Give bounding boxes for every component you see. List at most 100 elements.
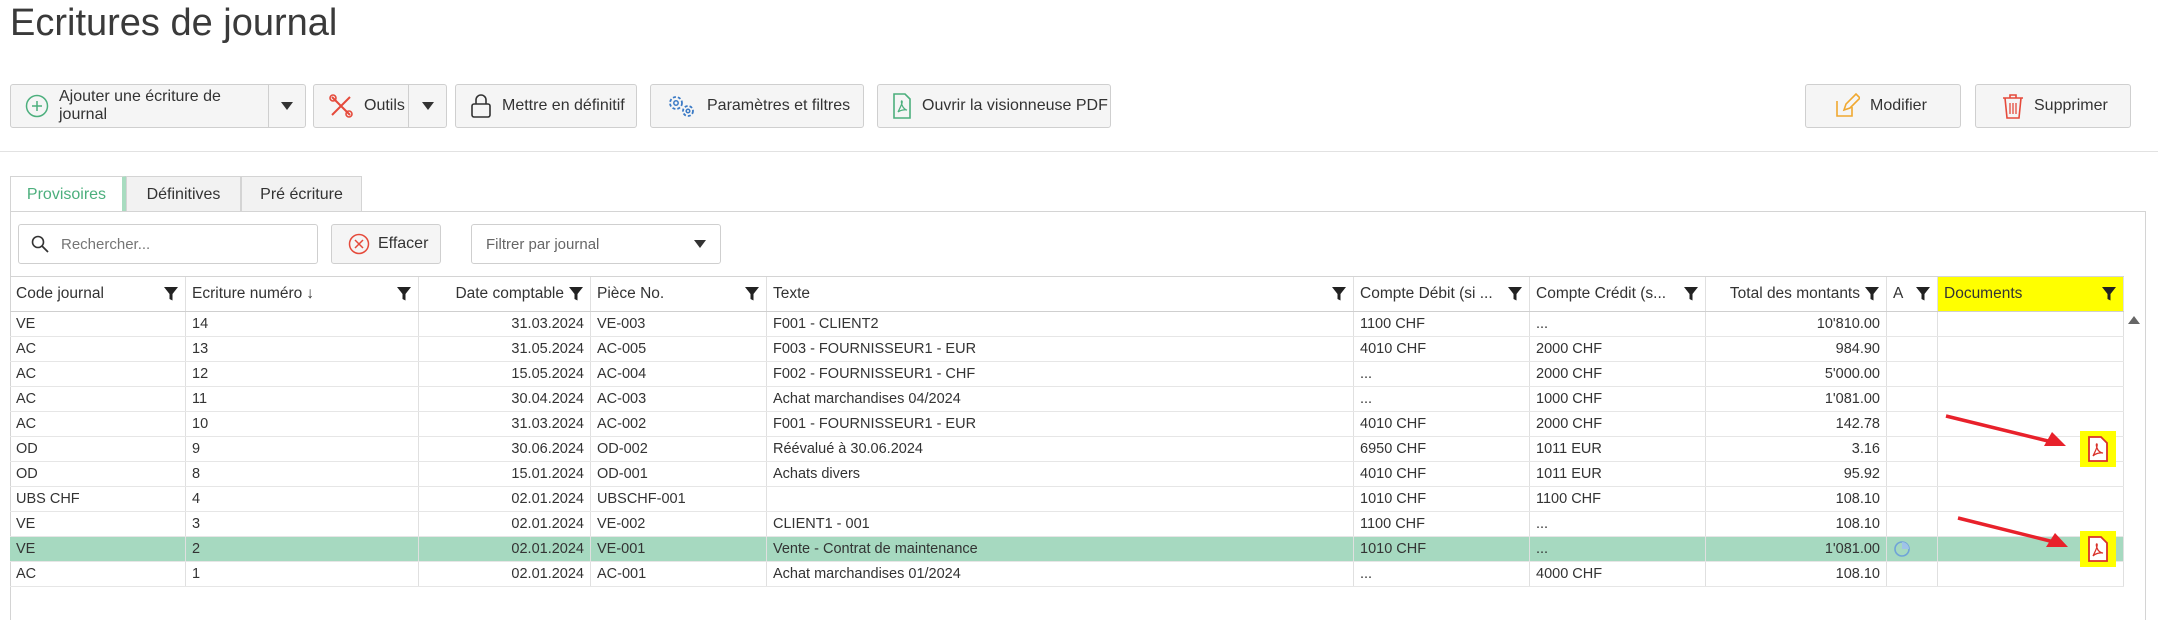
cell-piece: AC-001 [591,562,767,586]
cell-piece: VE-001 [591,537,767,561]
column-header[interactable]: Texte [767,277,1354,311]
cell-piece: AC-003 [591,387,767,411]
clear-x-icon [348,233,370,255]
cell-date: 30.04.2024 [419,387,591,411]
tab-pre-ecriture[interactable]: Pré écriture [241,176,362,212]
cell-piece: OD-002 [591,437,767,461]
tab-definitives[interactable]: Définitives [126,176,241,212]
cell-credit: 2000 CHF [1530,362,1706,386]
table-row[interactable]: OD 8 15.01.2024 OD-001 Achats divers 4010 CHF… [10,462,2124,487]
table-row[interactable]: VE 14 31.03.2024 VE-003 F001 - CLIENT2 1100 C… [10,312,2124,337]
cell-num: 4 [186,487,419,511]
tools-button[interactable]: Outils [313,84,447,128]
cell-piece: VE-003 [591,312,767,336]
column-header[interactable]: Ecriture numéro ↓ [186,277,419,311]
filter-funnel-icon[interactable] [396,286,412,302]
cell-journal: VE [10,312,186,336]
table-row[interactable]: AC 1 02.01.2024 AC-001 Achat marchandises 01… [10,562,2124,587]
cell-journal: VE [10,537,186,561]
clear-button[interactable]: Effacer [331,224,441,264]
open-pdf-viewer-label: Ouvrir la visionneuse PDF [922,97,1108,114]
delete-label: Supprimer [2034,97,2108,114]
annotation-arrow [1957,516,2068,547]
cell-debit: 1010 CHF [1354,537,1530,561]
filter-funnel-icon[interactable] [163,286,179,302]
tools-dropdown-toggle[interactable] [408,85,446,127]
column-header[interactable]: A [1887,277,1938,311]
column-header[interactable]: Documents [1938,277,2124,311]
table-row[interactable]: AC 13 31.05.2024 AC-005 F003 - FOURNISSEUR1 … [10,337,2124,362]
cell-journal: AC [10,562,186,586]
cell-credit: ... [1530,512,1706,536]
table-header: Code journal Ecriture numéro ↓ Date comptab… [10,276,2124,312]
clear-label: Effacer [378,235,429,252]
filter-funnel-icon[interactable] [1507,286,1523,302]
cell-text: Réévalué à 30.06.2024 [767,437,1354,461]
edit-label: Modifier [1870,97,1927,114]
cell-total: 3.16 [1706,437,1887,461]
cell-debit: ... [1354,562,1530,586]
filter-funnel-icon[interactable] [1683,286,1699,302]
table-row[interactable]: AC 10 31.03.2024 AC-002 F001 - FOURNISSEUR1 … [10,412,2124,437]
cell-pdf [1938,362,2124,386]
edit-button[interactable]: Modifier [1805,84,1961,128]
filter-funnel-icon[interactable] [2101,286,2117,302]
cell-debit: 4010 CHF [1354,412,1530,436]
filter-funnel-icon[interactable] [744,286,760,302]
table-row[interactable]: VE 2 02.01.2024 VE-001 Vente - Contrat de ma… [10,537,2124,562]
table-row[interactable]: AC 12 15.05.2024 AC-004 F002 - FOURNISSEUR1 … [10,362,2124,387]
parameters-filters-button[interactable]: Paramètres et filtres [650,84,864,128]
cell-num: 10 [186,412,419,436]
column-header[interactable]: Code journal [10,277,186,311]
tab-provisoires[interactable]: Provisoires [10,176,127,212]
sort-desc-icon[interactable]: ↓ [306,285,314,303]
cell-debit: ... [1354,387,1530,411]
cell-piece: OD-001 [591,462,767,486]
add-journal-entry-button[interactable]: Ajouter une écriture de journal [10,84,306,128]
cell-attach [1887,412,1938,436]
column-header[interactable]: Compte Crédit (s... [1530,277,1706,311]
cell-attach [1887,387,1938,411]
table-row[interactable]: AC 11 30.04.2024 AC-003 Achat marchandises 0… [10,387,2124,412]
search-input[interactable] [59,234,299,254]
cell-num: 11 [186,387,419,411]
cell-journal: UBS CHF [10,487,186,511]
table-row[interactable]: VE 3 02.01.2024 VE-002 CLIENT1 - 001 1100 CHF… [10,512,2124,537]
tools-label: Outils [364,97,405,114]
column-header[interactable]: Compte Débit (si ... [1354,277,1530,311]
add-dropdown-toggle[interactable] [267,85,305,127]
delete-button[interactable]: Supprimer [1975,84,2131,128]
cell-debit: 1100 CHF [1354,312,1530,336]
cell-date: 02.01.2024 [419,512,591,536]
table-row[interactable]: UBS CHF 4 02.01.2024 UBSCHF-001 1010 CHF 1100… [10,487,2124,512]
cell-total: 5'000.00 [1706,362,1887,386]
column-header[interactable]: Total des montants [1706,277,1887,311]
column-header-label: Code journal [16,285,104,302]
table-row[interactable]: OD 9 30.06.2024 OD-002 Réévalué à 30.06.2024… [10,437,2124,462]
filter-funnel-icon[interactable] [1915,286,1931,302]
cell-piece: AC-005 [591,337,767,361]
cell-attach [1887,362,1938,386]
filter-funnel-icon[interactable] [1864,286,1880,302]
cell-total: 95.92 [1706,462,1887,486]
cell-text [767,487,1354,511]
filter-funnel-icon[interactable] [1331,286,1347,302]
attachment-icon[interactable] [1893,540,1911,558]
column-header[interactable]: Date comptable [419,277,591,311]
parameters-filters-label: Paramètres et filtres [707,97,851,114]
column-header-label: A [1893,285,1904,302]
search-box[interactable] [18,224,318,264]
cell-debit: 6950 CHF [1354,437,1530,461]
column-header[interactable]: Pièce No. [591,277,767,311]
lock-icon [470,93,492,119]
scroll-up-icon[interactable] [2128,314,2140,324]
cell-total: 10'810.00 [1706,312,1887,336]
open-pdf-viewer-button[interactable]: Ouvrir la visionneuse PDF [877,84,1111,128]
chevron-down-icon [280,102,293,110]
column-header-label: Compte Débit (si ... [1360,285,1493,302]
cell-num: 14 [186,312,419,336]
journal-filter-select[interactable]: Filtrer par journal [471,224,721,264]
finalize-button[interactable]: Mettre en définitif [455,84,637,128]
filter-funnel-icon[interactable] [568,286,584,302]
cell-text: CLIENT1 - 001 [767,512,1354,536]
